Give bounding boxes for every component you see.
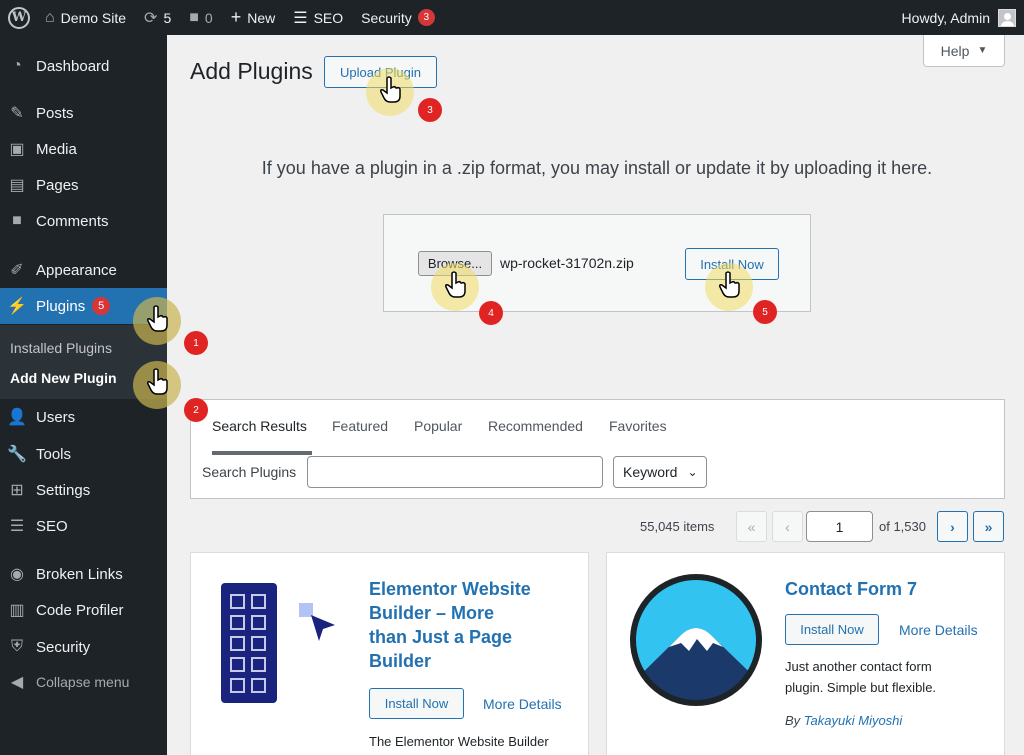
search-plugins-input[interactable] bbox=[307, 456, 603, 488]
seo-icon: ☰ bbox=[9, 518, 25, 535]
items-count: 55,045 items bbox=[640, 519, 715, 534]
elementor-install-button[interactable]: Install Now bbox=[369, 688, 464, 719]
seo-icon: ☰ bbox=[293, 9, 308, 27]
media-icon: ▣ bbox=[9, 141, 25, 158]
chart-icon: ▥ bbox=[9, 602, 25, 619]
home-icon: ⌂ bbox=[45, 8, 55, 26]
plugin-card-elementor: Elementor Website Builder – More than Ju… bbox=[190, 552, 589, 755]
hand-cursor-icon bbox=[380, 76, 401, 103]
tab-recommended[interactable]: Recommended bbox=[488, 418, 583, 434]
wrench-icon: 🔧 bbox=[7, 446, 27, 463]
link-icon: ◉ bbox=[10, 566, 24, 583]
hand-cursor-icon bbox=[719, 271, 740, 298]
updates-link[interactable]: ⟳ 5 bbox=[135, 0, 180, 35]
comment-icon: ■ bbox=[12, 212, 22, 229]
first-page-button[interactable]: « bbox=[736, 511, 767, 542]
selected-file-name: wp-rocket-31702n.zip bbox=[500, 255, 634, 271]
brush-icon: ✐ bbox=[10, 262, 24, 279]
author-link[interactable]: Takayuki Miyoshi bbox=[804, 713, 903, 728]
prev-page-button[interactable]: ‹ bbox=[772, 511, 803, 542]
plugin-title-elementor[interactable]: Elementor Website Builder – More than Ju… bbox=[369, 577, 531, 673]
step-marker-1: 1 bbox=[184, 331, 208, 355]
caret-down-icon: ▼ bbox=[977, 45, 988, 56]
active-tab-indicator bbox=[212, 451, 312, 455]
help-button[interactable]: Help ▼ bbox=[923, 35, 1005, 67]
contact-form-7-install-button[interactable]: Install Now bbox=[785, 614, 879, 645]
plus-icon: + bbox=[230, 7, 242, 27]
elementor-description: The Elementor Website Builder bbox=[369, 734, 549, 749]
security-badge: 3 bbox=[417, 9, 435, 26]
next-page-button[interactable]: › bbox=[937, 511, 968, 542]
wordpress-logo-icon[interactable]: W bbox=[8, 6, 30, 29]
comments-link[interactable]: ■ 0 bbox=[180, 0, 221, 35]
sidebar-item-comments[interactable]: ■ Comments bbox=[0, 203, 167, 239]
elementor-plugin-icon bbox=[221, 583, 335, 703]
page-title: Add Plugins bbox=[190, 58, 313, 84]
sidebar-item-pages[interactable]: ▤ Pages bbox=[0, 167, 167, 203]
shield-icon: ⛨ bbox=[10, 638, 23, 655]
last-page-button[interactable]: » bbox=[973, 511, 1004, 542]
sidebar-item-appearance[interactable]: ✐ Appearance bbox=[0, 252, 167, 288]
seo-link[interactable]: ☰ SEO bbox=[284, 0, 352, 35]
security-link[interactable]: Security 3 bbox=[352, 0, 444, 35]
upload-instructions: If you have a plugin in a .zip format, y… bbox=[261, 158, 933, 178]
sidebar-item-security[interactable]: ⛨ Security bbox=[0, 629, 167, 665]
sidebar-item-dashboard[interactable]: ◔ Dashboard bbox=[0, 48, 167, 84]
tab-popular[interactable]: Popular bbox=[414, 418, 462, 434]
step-marker-3: 3 bbox=[418, 98, 442, 122]
pin-icon: ✎ bbox=[10, 105, 24, 122]
search-plugins-label: Search Plugins bbox=[202, 464, 297, 480]
sidebar-item-tools[interactable]: 🔧 Tools bbox=[0, 436, 167, 472]
tab-search-results[interactable]: Search Results bbox=[212, 418, 307, 434]
plugin-icon: ⚡ bbox=[7, 298, 27, 315]
chevron-down-icon: ⌄ bbox=[687, 465, 698, 479]
pages-icon: ▤ bbox=[9, 177, 25, 194]
collapse-menu-button[interactable]: ◀ Collapse menu bbox=[0, 664, 167, 700]
search-type-select[interactable]: Keyword ⌄ bbox=[613, 456, 707, 488]
tab-featured[interactable]: Featured bbox=[332, 418, 388, 434]
avatar bbox=[998, 8, 1016, 27]
step-marker-2: 2 bbox=[184, 398, 208, 422]
sidebar-item-settings[interactable]: ⊞ Settings bbox=[0, 472, 167, 508]
contact-form-7-more-details-link[interactable]: More Details bbox=[899, 622, 978, 638]
updates-icon: ⟳ bbox=[144, 9, 158, 27]
sidebar-item-broken-links[interactable]: ◉ Broken Links bbox=[0, 556, 167, 592]
sidebar-item-posts[interactable]: ✎ Posts bbox=[0, 95, 167, 131]
total-pages: of 1,530 bbox=[879, 519, 926, 534]
users-icon: 👤 bbox=[7, 409, 27, 426]
submenu-installed-plugins[interactable]: Installed Plugins bbox=[10, 340, 112, 356]
step-marker-4: 4 bbox=[479, 301, 503, 325]
plugins-badge: 5 bbox=[92, 297, 111, 315]
plugin-card-contact-form-7: Contact Form 7 Install Now More Details … bbox=[606, 552, 1005, 755]
account-menu[interactable]: Howdy, Admin bbox=[902, 8, 1024, 27]
admin-bar: W ⌂ Demo Site ⟳ 5 ■ 0 + New ☰ SEO Securi… bbox=[0, 0, 1024, 35]
sidebar-item-seo[interactable]: ☰ SEO bbox=[0, 508, 167, 544]
current-page-input[interactable]: 1 bbox=[806, 511, 873, 542]
plugin-title-contact-form-7[interactable]: Contact Form 7 bbox=[785, 577, 917, 601]
site-name-link[interactable]: ⌂ Demo Site bbox=[36, 0, 135, 35]
contact-form-7-author: By Takayuki Miyoshi bbox=[785, 713, 903, 728]
plugin-filter-panel: Search Results Featured Popular Recommen… bbox=[190, 399, 1005, 499]
contact-form-7-plugin-icon bbox=[630, 574, 762, 706]
new-content-link[interactable]: + New bbox=[222, 0, 285, 35]
collapse-icon: ◀ bbox=[10, 674, 24, 691]
contact-form-7-description: Just another contact form plugin. Simple… bbox=[785, 659, 937, 695]
sidebar-item-media[interactable]: ▣ Media bbox=[0, 131, 167, 167]
submenu-add-new-plugin[interactable]: Add New Plugin bbox=[10, 370, 117, 386]
hand-cursor-icon bbox=[445, 271, 466, 298]
elementor-more-details-link[interactable]: More Details bbox=[483, 696, 562, 712]
comment-icon: ■ bbox=[189, 8, 199, 26]
step-marker-5: 5 bbox=[753, 300, 777, 324]
settings-icon: ⊞ bbox=[10, 482, 24, 499]
sidebar-item-code-profiler[interactable]: ▥ Code Profiler bbox=[0, 592, 167, 628]
dashboard-icon: ◔ bbox=[12, 57, 22, 74]
hand-cursor-icon bbox=[147, 368, 168, 395]
tab-favorites[interactable]: Favorites bbox=[609, 418, 667, 434]
hand-cursor-icon bbox=[147, 305, 168, 332]
